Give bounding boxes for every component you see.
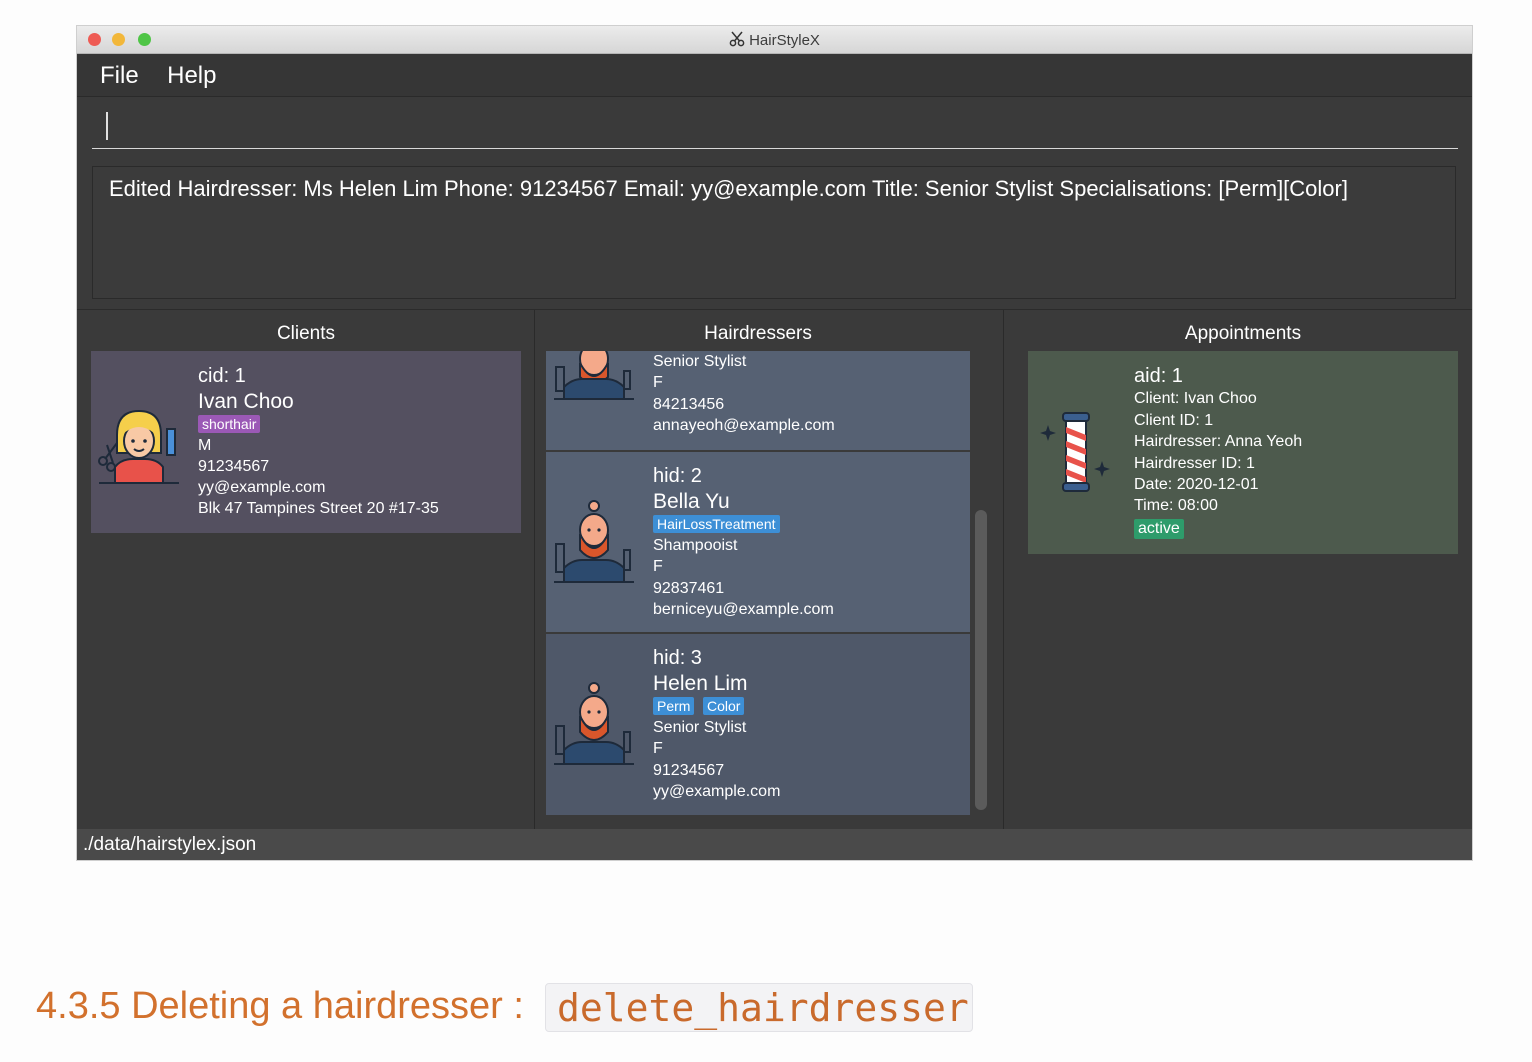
menu-bar: File Help — [77, 54, 1472, 97]
hairdresser-id: hid: 3 — [653, 647, 702, 669]
appointment-time: Time: 08:00 — [1134, 497, 1218, 514]
appointment-status-badge: active — [1134, 519, 1184, 539]
client-id: cid: 1 — [198, 365, 246, 387]
hairdresser-gender: F — [653, 374, 663, 391]
hairdresser-id: hid: 2 — [653, 465, 702, 487]
hairdresser-card[interactable]: hid: 3 Helen Lim Perm Color Senior Styli… — [546, 634, 970, 815]
appointment-id: aid: 1 — [1134, 365, 1183, 387]
hairdresser-tag: HairLossTreatment — [653, 515, 780, 533]
window-title-text: HairStyleX — [749, 32, 820, 49]
appointment-client-id: Client ID: 1 — [1134, 412, 1214, 429]
appointments-panel-title: Appointments — [1184, 323, 1302, 344]
hairdresser-list[interactable]: Senior Stylist F 84213456 annayeoh@examp… — [546, 351, 970, 815]
appointment-hairdresser-id: Hairdresser ID: 1 — [1134, 455, 1255, 472]
result-display: Edited Hairdresser: Ms Helen Lim Phone: … — [92, 166, 1456, 299]
text-caret — [106, 112, 108, 140]
data-file-path: ./data/hairstylex.json — [83, 834, 257, 855]
hairdresser-gender: F — [653, 740, 663, 757]
clients-panel-title: Clients — [276, 323, 336, 344]
result-text: Edited Hairdresser: Ms Helen Lim Phone: … — [109, 176, 1348, 201]
hairdresser-tag: Color — [703, 697, 745, 715]
client-name: Ivan Choo — [198, 390, 294, 413]
panel-divider — [534, 310, 535, 830]
menu-help[interactable]: Help — [155, 62, 228, 90]
scissors-icon — [729, 31, 745, 47]
panel-divider — [1003, 310, 1004, 830]
bearded-man-avatar-icon — [554, 351, 634, 400]
command-input[interactable] — [92, 96, 1458, 149]
panels-area: Clients Hairdressers Appointments cid: 1… — [77, 309, 1472, 830]
hairdresser-list-scrollbar[interactable] — [975, 510, 987, 810]
hairdresser-phone: 92837461 — [653, 580, 725, 597]
client-card[interactable]: cid: 1 Ivan Choo shorthair M 91234567 yy… — [91, 351, 521, 533]
hairdresser-title: Senior Stylist — [653, 719, 747, 736]
hairdresser-email: annayeoh@example.com — [653, 417, 835, 434]
bearded-man-avatar-icon — [554, 682, 634, 765]
hairdresser-email: yy@example.com — [653, 783, 781, 800]
title-bar: HairStyleX — [77, 26, 1472, 54]
status-bar: ./data/hairstylex.json — [77, 829, 1472, 860]
hairdresser-card[interactable]: Senior Stylist F 84213456 annayeoh@examp… — [546, 351, 970, 450]
app-window: HairStyleX File Help Edited Hairdresser:… — [77, 26, 1472, 860]
hairdresser-gender: F — [653, 558, 663, 575]
appointment-client: Client: Ivan Choo — [1134, 390, 1257, 407]
female-hairdresser-avatar-icon — [98, 409, 179, 484]
hairdresser-phone: 84213456 — [653, 396, 725, 413]
appointment-date: Date: 2020-12-01 — [1134, 476, 1259, 493]
hairdresser-title: Shampooist — [653, 537, 738, 554]
hairdresser-name: Bella Yu — [653, 490, 730, 513]
window-title: HairStyleX — [77, 31, 1472, 49]
appointment-hairdresser: Hairdresser: Anna Yeoh — [1134, 433, 1303, 450]
hairdresser-card[interactable]: hid: 2 Bella Yu HairLossTreatment Shampo… — [546, 452, 970, 632]
hairdresser-email: berniceyu@example.com — [653, 601, 834, 618]
client-address: Blk 47 Tampines Street 20 #17-35 — [198, 500, 439, 517]
appointment-card[interactable]: aid: 1 Client: Ivan Choo Client ID: 1 Ha… — [1028, 351, 1458, 554]
client-email: yy@example.com — [198, 479, 326, 496]
hairdresser-name: Helen Lim — [653, 672, 748, 695]
bearded-man-avatar-icon — [554, 500, 634, 583]
client-gender: M — [198, 437, 212, 454]
hairdresser-title: Senior Stylist — [653, 353, 747, 370]
menu-file[interactable]: File — [88, 62, 151, 90]
hairdresser-tag: Perm — [653, 697, 695, 715]
section-heading: 4.3.5 Deleting a hairdresser : — [36, 985, 524, 1027]
command-code: delete_hairdresser — [545, 983, 973, 1032]
hairdressers-panel-title: Hairdressers — [704, 323, 812, 344]
client-phone: 91234567 — [198, 458, 270, 475]
hairdresser-phone: 91234567 — [653, 762, 725, 779]
client-tag: shorthair — [198, 415, 261, 433]
barber-pole-icon — [1040, 412, 1110, 492]
